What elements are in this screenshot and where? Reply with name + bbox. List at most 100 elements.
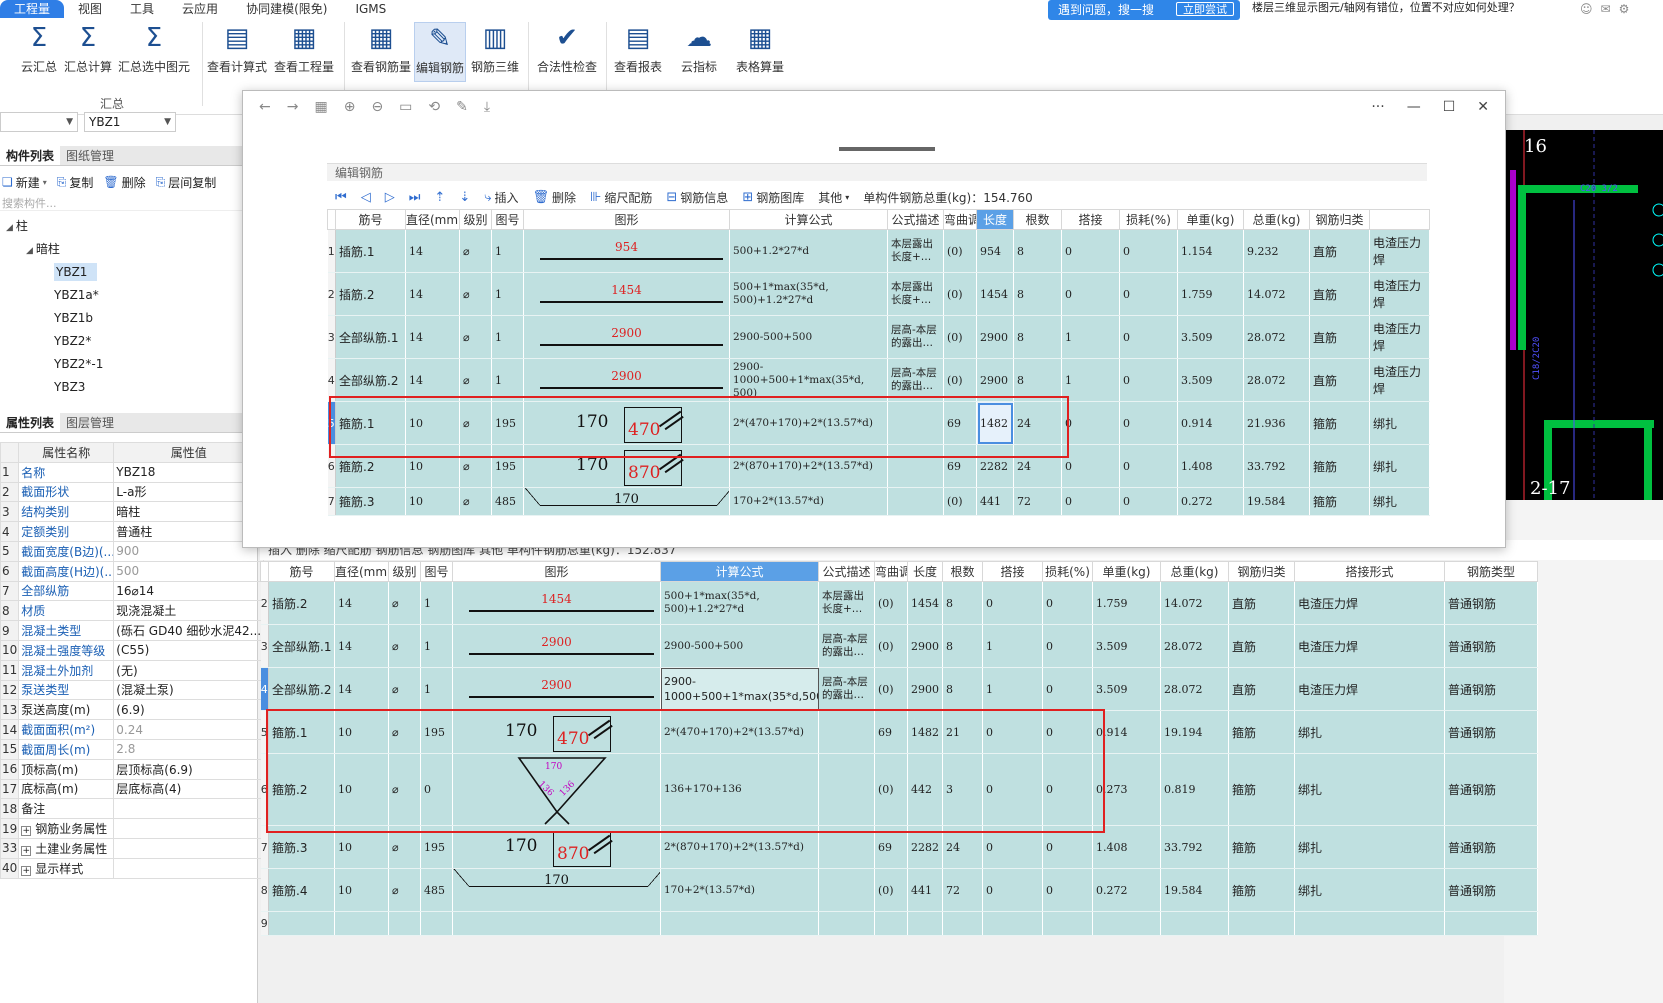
property-value[interactable]: (C55) bbox=[113, 639, 265, 661]
rebar-info-button[interactable]: ⊟ 钢筋信息 bbox=[666, 189, 728, 206]
cell-cat[interactable]: 直筋 bbox=[1309, 358, 1370, 402]
cell-grade[interactable]: ⌀ bbox=[459, 487, 492, 516]
cell-formula[interactable]: 2*(870+170)+2*(13.57*d) bbox=[660, 825, 819, 869]
property-row[interactable]: 19 + 钢筋业务属性 bbox=[0, 818, 265, 839]
grid-header[interactable]: 损耗(%) bbox=[1119, 209, 1178, 230]
cell-dia[interactable]: 10 bbox=[334, 868, 389, 912]
cell-fig[interactable]: 1 bbox=[491, 358, 524, 402]
cell-desc[interactable]: 层高-本层的露出… bbox=[818, 624, 875, 668]
ribbon-button[interactable]: Σ 汇总计算 bbox=[62, 22, 114, 82]
table-row[interactable]: 4 全部纵筋.2 14 ⌀ 1 2900 2900-1000+500+1*max(35*d,… bbox=[260, 667, 1538, 711]
cell-dia[interactable] bbox=[334, 911, 389, 936]
row-number[interactable]: 2 bbox=[327, 272, 336, 316]
cell-cat[interactable]: 直筋 bbox=[1309, 315, 1370, 359]
menu-tab[interactable]: 视图 bbox=[64, 0, 116, 18]
tree-node[interactable]: YBZ2* bbox=[0, 330, 258, 353]
row-number[interactable]: 2 bbox=[260, 581, 269, 625]
tree-node[interactable]: ◢ 柱 bbox=[0, 215, 258, 238]
cell-cat[interactable]: 直筋 bbox=[1309, 272, 1370, 316]
grid-header[interactable]: 搭接 bbox=[982, 561, 1043, 582]
new-button[interactable]: ❏ 新建 ▾ bbox=[2, 174, 47, 191]
search-notice[interactable]: 遇到问题，搜一搜 立即尝试 bbox=[1048, 0, 1240, 20]
cell-grade[interactable]: ⌀ bbox=[459, 229, 492, 273]
table-row[interactable]: 5 箍筋.1 10 ⌀ 195 170 470 2*(470+170)+2*(13.57*d)… bbox=[260, 710, 1538, 754]
cell-bend[interactable]: 69 bbox=[874, 825, 908, 869]
cell-total[interactable]: 19.584 bbox=[1160, 868, 1229, 912]
cell-bend[interactable]: (0) bbox=[874, 624, 908, 668]
more-icon[interactable]: ··· bbox=[1371, 99, 1384, 115]
cell-grade[interactable]: ⌀ bbox=[388, 868, 421, 912]
cell-bend[interactable]: (0) bbox=[943, 229, 977, 273]
property-value[interactable]: 0.24 bbox=[113, 719, 265, 740]
grid-header[interactable]: 图号 bbox=[491, 209, 524, 230]
cell-grade[interactable]: ⌀ bbox=[388, 753, 421, 826]
ribbon-button[interactable]: Σ 云汇总 bbox=[14, 22, 64, 82]
cell-type[interactable]: 普通钢筋 bbox=[1444, 753, 1538, 826]
cell-total[interactable] bbox=[1160, 911, 1229, 936]
grid-header[interactable]: 图形 bbox=[523, 209, 730, 230]
cell-name[interactable]: 插筋.1 bbox=[335, 229, 406, 273]
ribbon-button[interactable]: ▤ 查看计算式 bbox=[206, 22, 268, 82]
cell-loss[interactable]: 0 bbox=[1042, 868, 1093, 912]
table-row[interactable]: 7 箍筋.3 10 ⌀ 485 170 170+2*(13.57*d) (0) 441 72 0 0 0… bbox=[327, 487, 1430, 516]
cell-lap[interactable]: 0 bbox=[982, 825, 1043, 869]
floor-copy-button[interactable]: ⎘ 层间复制 bbox=[156, 174, 217, 191]
cell-len[interactable]: 442 bbox=[907, 753, 943, 826]
cell-fig[interactable]: 195 bbox=[420, 710, 453, 754]
cell-dia[interactable]: 10 bbox=[405, 401, 460, 445]
cell-total[interactable]: 9.232 bbox=[1243, 229, 1310, 273]
cell-type[interactable]: 普通钢筋 bbox=[1444, 581, 1538, 625]
cell-total[interactable]: 28.072 bbox=[1160, 624, 1229, 668]
cell-fig[interactable]: 485 bbox=[491, 487, 524, 516]
cell-unit[interactable]: 3.509 bbox=[1092, 667, 1161, 711]
cell-shape[interactable]: 1454 bbox=[452, 581, 661, 625]
cell-desc[interactable]: 层高-本层的露出… bbox=[818, 667, 875, 711]
cell-len[interactable]: 954 bbox=[976, 229, 1014, 273]
grid-header[interactable]: 级别 bbox=[388, 561, 421, 582]
cell-shape[interactable]: 170 136 136 bbox=[452, 753, 661, 826]
cell-cat[interactable] bbox=[1228, 911, 1295, 936]
cell-bend[interactable]: (0) bbox=[943, 358, 977, 402]
grid-header[interactable]: 根数 bbox=[1013, 209, 1062, 230]
cell-lapform[interactable]: 绑扎 bbox=[1294, 825, 1445, 869]
ribbon-button[interactable]: ✎ 编辑钢筋 bbox=[414, 22, 466, 82]
cell-bend[interactable]: (0) bbox=[943, 487, 977, 516]
close-icon[interactable]: ✕ bbox=[1477, 99, 1489, 115]
grid-header[interactable]: 图号 bbox=[420, 561, 453, 582]
property-row[interactable]: 16 顶标高(m) 层顶标高(6.9) bbox=[0, 758, 265, 780]
menu-tab[interactable]: 协同建模(限免) bbox=[232, 0, 341, 18]
property-row[interactable]: 14 截面面积(m²) 0.24 bbox=[0, 719, 265, 740]
cell-lapform[interactable]: 绑扎 bbox=[1294, 868, 1445, 912]
menu-tab[interactable]: 工具 bbox=[116, 0, 168, 18]
cell-len[interactable]: 2282 bbox=[976, 444, 1014, 488]
property-row[interactable]: 2 截面形状 L-a形 bbox=[0, 481, 265, 503]
cell-desc[interactable] bbox=[818, 868, 875, 912]
cell-loss[interactable]: 0 bbox=[1042, 624, 1093, 668]
cell-name[interactable]: 全部纵筋.1 bbox=[335, 315, 406, 359]
cell-name[interactable] bbox=[268, 911, 335, 936]
last-icon[interactable]: ⏭ bbox=[409, 190, 421, 205]
cell-desc[interactable]: 层高-本层的露出… bbox=[887, 315, 944, 359]
property-row[interactable]: 3 结构类别 暗柱 bbox=[0, 501, 265, 523]
grid-header[interactable]: 公式描述 bbox=[887, 209, 944, 230]
cell-cnt[interactable]: 8 bbox=[942, 624, 983, 668]
cell-shape[interactable]: 170 870 bbox=[452, 825, 661, 869]
grid-header[interactable]: 搭接 bbox=[1061, 209, 1120, 230]
expand-icon[interactable]: + bbox=[21, 865, 32, 876]
property-value[interactable] bbox=[113, 818, 265, 839]
property-row[interactable]: 10 混凝土强度等级 (C55) bbox=[0, 639, 265, 661]
maximize-icon[interactable]: ☐ bbox=[1443, 99, 1456, 115]
cell-name[interactable]: 箍筋.2 bbox=[335, 444, 406, 488]
cell-unit[interactable]: 1.759 bbox=[1177, 272, 1244, 316]
ribbon-button[interactable]: ▦ 查看工程量 bbox=[272, 22, 336, 82]
cell-desc[interactable] bbox=[818, 911, 875, 936]
tree-node[interactable]: YBZ1b bbox=[0, 307, 258, 330]
cell-lapform[interactable]: 绑扎 bbox=[1369, 401, 1430, 445]
ribbon-button[interactable]: ▦ 表格算量 bbox=[734, 22, 786, 82]
grid-icon[interactable]: ▦ bbox=[314, 99, 327, 119]
tree-node[interactable]: ◢ 暗柱 bbox=[0, 238, 258, 261]
cell-bend[interactable]: (0) bbox=[943, 315, 977, 359]
insert-button[interactable]: ⤷ 插入 bbox=[484, 189, 518, 206]
cell-len[interactable] bbox=[907, 911, 943, 936]
cell-grade[interactable]: ⌀ bbox=[388, 710, 421, 754]
